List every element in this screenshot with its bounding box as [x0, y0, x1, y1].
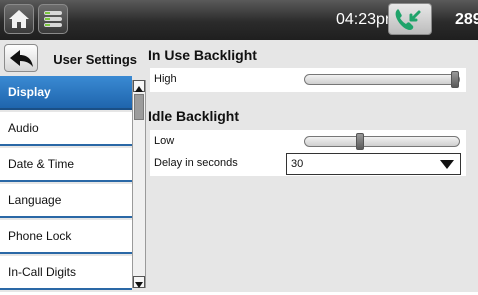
delay-label: Delay in seconds — [154, 157, 238, 169]
scroll-down-button[interactable] — [133, 276, 145, 288]
back-arrow-icon — [10, 50, 33, 67]
scroll-up-button[interactable] — [133, 80, 145, 92]
idle-backlight-slider[interactable] — [304, 133, 460, 150]
idle-backlight-label: Low — [154, 135, 175, 147]
menu-item-date-time[interactable]: Date & Time — [0, 148, 132, 182]
home-icon — [9, 10, 29, 28]
delay-select[interactable]: 30 — [286, 153, 461, 175]
delay-row: Delay in seconds 30 — [150, 152, 466, 176]
home-button[interactable] — [4, 4, 34, 34]
back-button[interactable] — [4, 44, 38, 72]
settings-menu: Display Audio Date & Time Language Phone… — [0, 76, 132, 292]
in-use-backlight-label: High — [154, 73, 177, 85]
menu-item-phone-lock[interactable]: Phone Lock — [0, 220, 132, 254]
scroll-thumb[interactable] — [134, 94, 144, 120]
in-use-backlight-slider-thumb[interactable] — [451, 71, 459, 88]
phone-call-icon — [395, 9, 421, 30]
status-bar: 04:23pm 289 — [0, 0, 478, 40]
idle-backlight-slider-thumb[interactable] — [356, 133, 365, 150]
menu-button[interactable] — [38, 4, 68, 34]
in-use-backlight-slider[interactable] — [304, 71, 460, 88]
menu-scrollbar[interactable] — [132, 80, 146, 288]
menu-list-icon — [44, 11, 62, 27]
triangle-down-icon — [135, 282, 143, 288]
in-use-backlight-row: High — [150, 68, 466, 92]
menu-item-in-call-digits[interactable]: In-Call Digits — [0, 256, 132, 290]
menu-item-language[interactable]: Language — [0, 184, 132, 218]
menu-item-audio[interactable]: Audio — [0, 112, 132, 146]
page-title: User Settings — [53, 52, 137, 67]
in-use-backlight-title: In Use Backlight — [148, 47, 257, 63]
delay-value: 30 — [291, 158, 304, 170]
triangle-up-icon — [135, 86, 143, 92]
dropdown-arrow-icon — [440, 160, 454, 169]
idle-backlight-row: Low — [150, 130, 466, 154]
idle-backlight-title: Idle Backlight — [148, 108, 240, 124]
menu-item-display[interactable]: Display — [0, 76, 132, 110]
call-button[interactable] — [388, 3, 432, 35]
extension-number: 289 — [455, 11, 478, 28]
